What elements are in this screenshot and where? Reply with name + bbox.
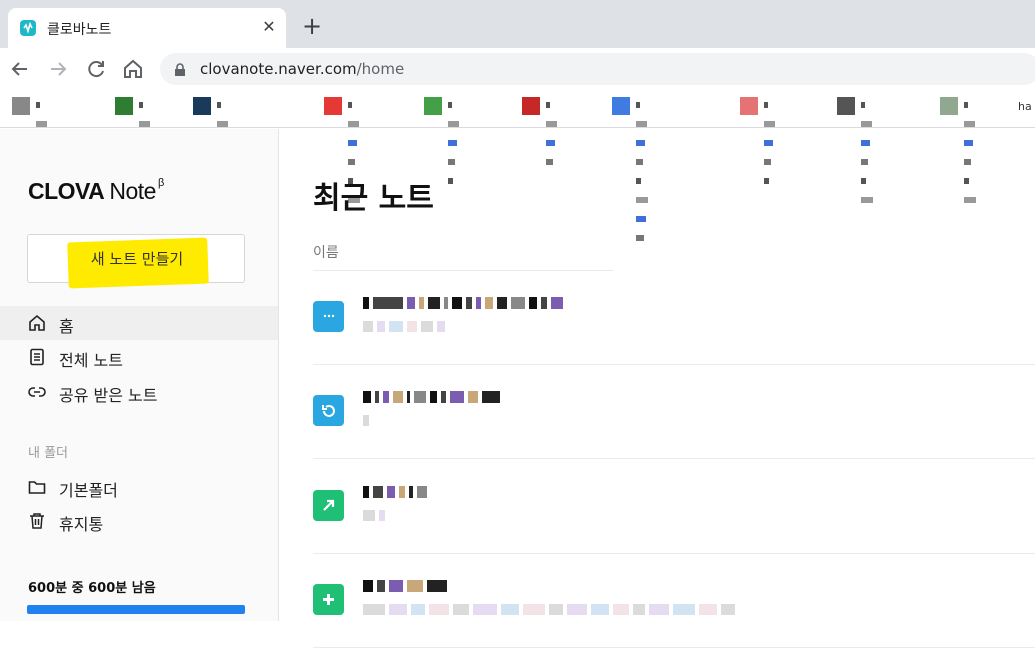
note-subtitle-obscured [363,321,449,335]
main-content: 최근 노트 이름 [280,129,1035,648]
note-share-icon [313,490,344,521]
bookmark-label-obscured [764,102,778,184]
new-tab-icon[interactable]: + [298,14,326,42]
folder-label-trash: 휴지통 [59,515,104,534]
nav-item-shared-notes[interactable]: 공유 받은 노트 [0,375,278,409]
note-row[interactable] [313,365,1035,459]
nav-item-default-folder[interactable]: 기본폴더 [0,470,278,504]
note-title-obscured [363,580,451,594]
nav-item-trash[interactable]: 휴지통 [0,504,278,538]
url-text: clovanote.naver.com/home [200,60,404,78]
logo-note: Note [109,178,156,204]
note-row[interactable] [313,554,1035,648]
bookmark-overflow-text: ha [1018,100,1032,113]
bookmark-favicon-green-icon [115,97,133,115]
note-title-obscured [363,486,431,500]
reload-icon[interactable] [84,57,108,81]
bookmark-favicon-blue-icon [612,97,630,115]
bookmark-favicon-gray-icon [12,97,30,115]
bookmark-favicon-multi-icon [740,97,758,115]
tab-title: 클로바노트 [47,22,112,38]
sidebar: CLOVA Note β 새 노트 만들기 홈 전체 노트 공유 받은 노트 내 … [0,129,279,621]
back-icon[interactable] [8,57,32,81]
folder-icon [28,478,46,496]
logo-beta: β [157,177,164,190]
bookmark-label-obscured [36,102,51,203]
bookmark-label-obscured [546,102,560,165]
document-icon [28,348,46,366]
bookmark-favicon-navy-icon [193,97,211,115]
home-browser-icon[interactable] [121,57,145,81]
note-row[interactable] [313,271,1035,365]
note-subtitle-obscured [363,415,373,429]
bookmark-label-obscured [139,102,153,165]
home-icon [28,314,46,332]
nav-label-home: 홈 [59,317,74,336]
new-note-label: 새 노트 만들기 [90,250,184,268]
note-title-obscured [363,391,504,405]
trash-icon [28,512,46,530]
address-bar[interactable]: clovanote.naver.com/home [160,53,1035,85]
note-subtitle-obscured [363,510,389,524]
folders-section-title: 내 폴더 [28,446,69,461]
nav-item-home[interactable]: 홈 [0,306,278,340]
url-host: clovanote.naver.com [200,60,357,78]
bookmark-favicon-red2-icon [522,97,540,115]
tab-close-icon[interactable]: ✕ [258,16,280,38]
bookmark-favicon-red-icon [324,97,342,115]
note-row[interactable] [313,460,1035,554]
bookmark-label-obscured [964,102,979,203]
browser-tab[interactable]: 클로바노트 ✕ [8,8,286,48]
column-header-name[interactable]: 이름 [313,242,339,262]
link-icon [28,383,46,401]
url-path: /home [356,60,405,78]
bookmark-favicon-sage-icon [940,97,958,115]
lock-icon [174,62,186,81]
bookmarks-bar: ha [0,90,1035,241]
nav-label-shared: 공유 받은 노트 [59,386,158,405]
note-subtitle-obscured [363,604,739,618]
page-title: 최근 노트 [313,181,434,216]
bookmark-label-obscured [636,102,651,241]
bookmark-label-obscured [217,102,232,241]
quota-bar [27,605,245,614]
nav-item-all-notes[interactable]: 전체 노트 [0,340,278,374]
folder-label-default: 기본폴더 [59,481,118,500]
quota-text: 600분 중 600분 남음 [28,581,156,596]
bookmark-favicon-green2-icon [424,97,442,115]
bookmark-label-obscured [348,102,363,203]
new-note-button[interactable]: 새 노트 만들기 [27,234,245,289]
bookmark-label-obscured [448,102,462,184]
note-plus-icon [313,584,344,615]
clova-favicon-icon [20,20,36,36]
nav-label-all-notes: 전체 노트 [59,351,123,370]
note-chat-icon [313,301,344,332]
bookmark-favicon-dark-icon [837,97,855,115]
quota-fill [27,605,245,614]
logo-main: CLOVA [28,178,104,204]
browser-tabstrip: 클로바노트 ✕ + [0,0,1035,48]
note-title-obscured [363,297,567,311]
forward-icon[interactable] [46,57,70,81]
bookmark-label-obscured [861,102,876,203]
clova-note-logo[interactable]: CLOVA Note β [28,177,164,205]
note-refresh-icon [313,395,344,426]
browser-toolbar: clovanote.naver.com/home [0,48,1035,90]
